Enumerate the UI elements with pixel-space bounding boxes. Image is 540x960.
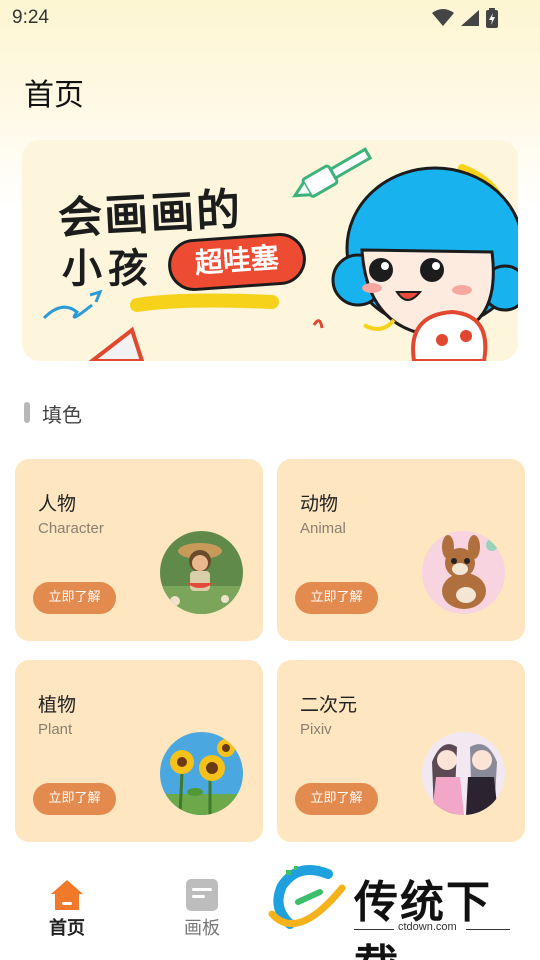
status-time: 9:24 bbox=[12, 7, 49, 28]
banner-tag: 超哇塞 bbox=[166, 231, 308, 293]
pixiv-thumbnail bbox=[422, 732, 505, 815]
section-indicator bbox=[24, 402, 30, 423]
section-title: 填色 bbox=[42, 403, 82, 427]
wifi-icon bbox=[432, 9, 454, 26]
cell-signal-icon bbox=[461, 10, 479, 26]
nav-item-board[interactable]: 画板 bbox=[162, 878, 242, 940]
plant-thumbnail bbox=[160, 732, 243, 815]
nav-item-home[interactable]: 首页 bbox=[27, 878, 107, 940]
card-title: 二次元 bbox=[300, 694, 358, 716]
card-title: 人物 bbox=[38, 493, 77, 515]
banner-title-line2: 小孩 bbox=[62, 246, 154, 292]
watermark-divider-right bbox=[466, 929, 510, 930]
page-title: 首页 bbox=[24, 78, 84, 113]
promo-banner[interactable]: 会画画的 小孩 超哇塞 bbox=[22, 140, 518, 361]
watermark-logo bbox=[268, 865, 346, 929]
category-card-plant[interactable]: 植物 Plant 立即了解 bbox=[15, 660, 263, 842]
learn-more-button[interactable]: 立即了解 bbox=[33, 783, 116, 815]
watermark-url: ctdown.com bbox=[398, 921, 457, 933]
watermark-divider-left bbox=[354, 929, 394, 930]
nav-label-board: 画板 bbox=[184, 918, 220, 939]
card-subtitle: Plant bbox=[38, 721, 73, 738]
card-title: 动物 bbox=[300, 493, 339, 515]
board-icon bbox=[186, 879, 218, 911]
status-icons bbox=[432, 8, 498, 28]
category-card-animal[interactable]: 动物 Animal 立即了解 bbox=[277, 459, 525, 641]
home-icon bbox=[51, 880, 83, 910]
card-subtitle: Character bbox=[38, 520, 104, 537]
category-card-pixiv[interactable]: 二次元 Pixiv 立即了解 bbox=[277, 660, 525, 842]
learn-more-button[interactable]: 立即了解 bbox=[33, 582, 116, 614]
watermark: 传统下载 ctdown.com bbox=[268, 862, 528, 960]
learn-more-button[interactable]: 立即了解 bbox=[295, 582, 378, 614]
card-subtitle: Pixiv bbox=[300, 721, 332, 738]
battery-icon bbox=[486, 8, 498, 28]
nav-label-home: 首页 bbox=[49, 918, 85, 939]
watermark-text: 传统下载 bbox=[354, 877, 492, 960]
status-bar: 9:24 bbox=[0, 0, 540, 36]
card-subtitle: Animal bbox=[300, 520, 346, 537]
learn-more-button[interactable]: 立即了解 bbox=[295, 783, 378, 815]
animal-thumbnail bbox=[422, 531, 505, 614]
category-card-character[interactable]: 人物 Character 立即了解 bbox=[15, 459, 263, 641]
character-thumbnail bbox=[160, 531, 243, 614]
card-title: 植物 bbox=[38, 694, 77, 716]
